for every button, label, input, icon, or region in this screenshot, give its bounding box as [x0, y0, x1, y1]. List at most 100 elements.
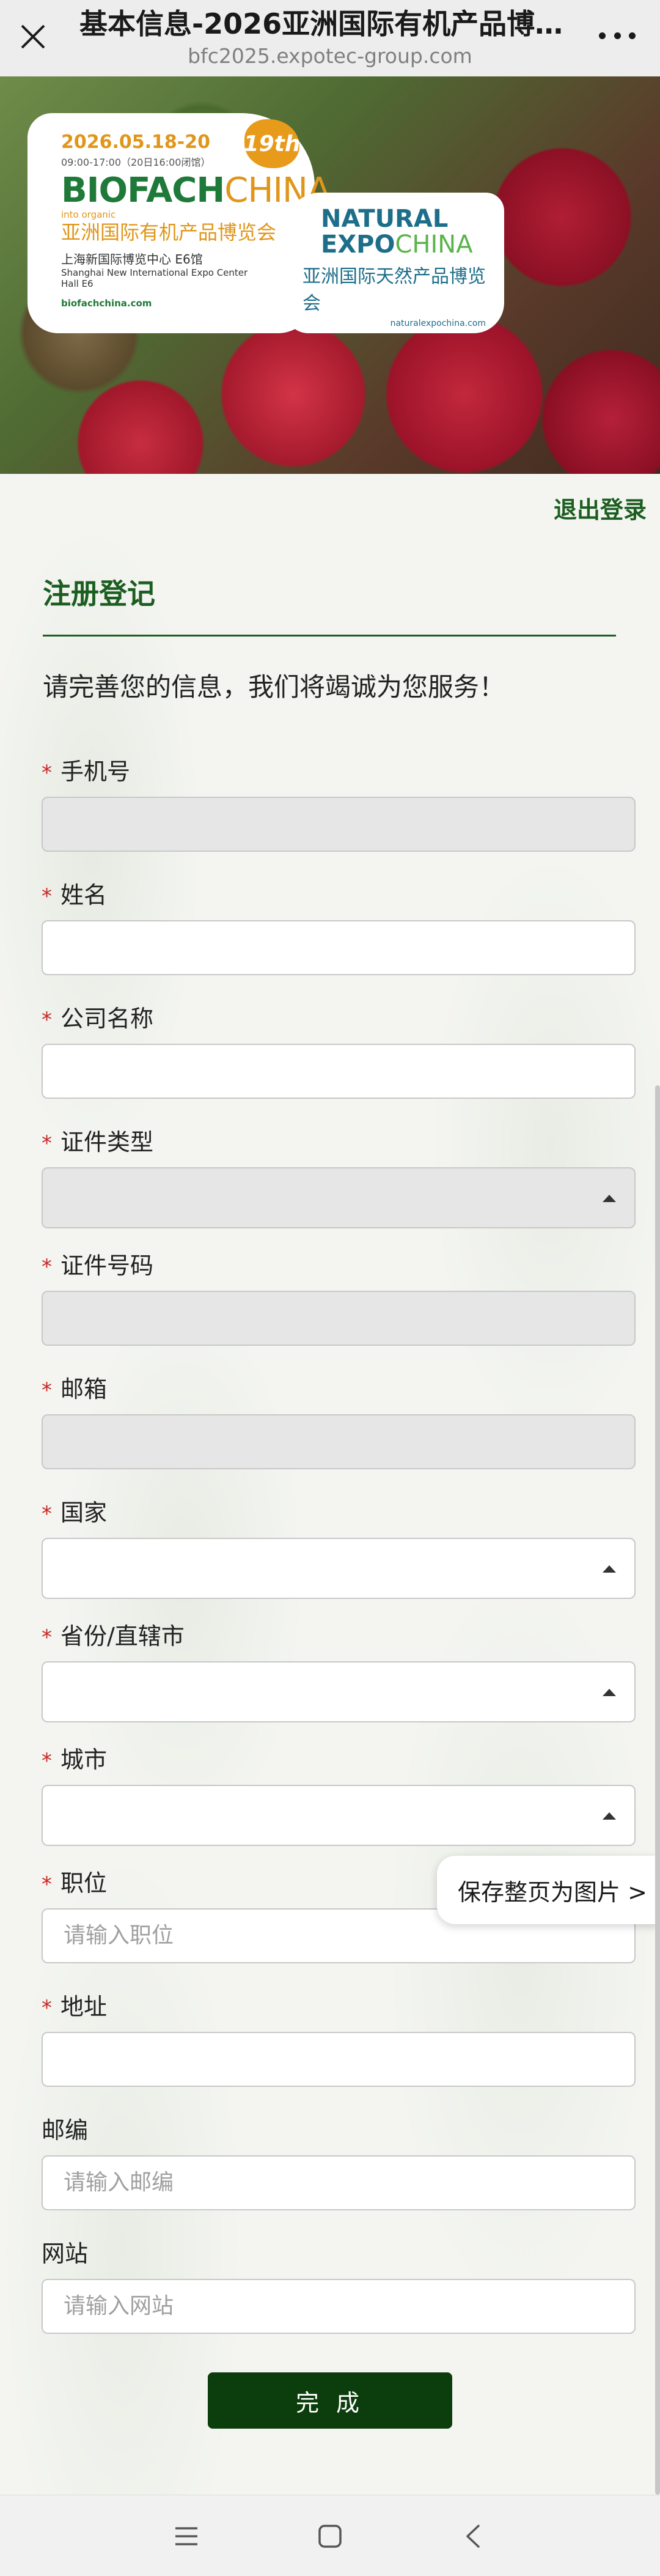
id-type-select[interactable] [42, 1167, 636, 1228]
province-select[interactable] [42, 1661, 636, 1722]
company-field-group: * 公司名称 [42, 1002, 636, 1099]
page-title-block: 基本信息-2026亚洲国际有机产品博览会 bfc2025.expotec-gro… [79, 5, 581, 70]
required-mark: * [42, 1008, 52, 1032]
save-page-as-image-button[interactable]: 保存整页为图片 > [437, 1856, 660, 1924]
province-field-group: * 省份/直辖市 [42, 1620, 636, 1722]
company-label: * 公司名称 [42, 1002, 636, 1035]
address-label-text: 地址 [61, 1993, 108, 2020]
address-field-group: * 地址 [42, 1990, 636, 2087]
website-input[interactable]: 请输入网站 [42, 2279, 636, 2334]
biofach-website: biofachchina.com [61, 298, 152, 309]
required-mark: * [42, 1502, 52, 1526]
menu-lines-icon [175, 2527, 197, 2545]
caret-up-icon [603, 1689, 616, 1696]
caret-up-icon [603, 1812, 616, 1820]
submit-button[interactable]: 完 成 [208, 2372, 452, 2429]
caret-up-icon [603, 1195, 616, 1202]
country-select[interactable] [42, 1538, 636, 1599]
venue-en-line1: Shanghai New International Expo Center [61, 267, 248, 278]
required-mark: * [42, 1255, 52, 1279]
email-input[interactable] [42, 1414, 636, 1469]
natural-brand-accent: CHINA [395, 231, 473, 259]
website-field-group: 网站 请输入网站 [42, 2237, 636, 2334]
brand-tagline: into organic [61, 209, 116, 220]
website-label: 网站 [42, 2240, 89, 2267]
country-field-group: * 国家 [42, 1496, 636, 1599]
more-options-button[interactable] [599, 23, 636, 48]
email-label-text: 邮箱 [61, 1376, 108, 1403]
company-input[interactable] [42, 1044, 636, 1099]
name-label-text: 姓名 [61, 882, 108, 909]
postcode-field-group: 邮编 请输入邮编 [42, 2114, 636, 2210]
home-square-icon [318, 2525, 342, 2548]
id-number-input[interactable] [42, 1291, 636, 1346]
postcode-input[interactable]: 请输入邮编 [42, 2155, 636, 2210]
title-divider [43, 635, 616, 637]
required-mark: * [42, 1872, 52, 1897]
scrollbar[interactable] [655, 1085, 660, 2495]
page-title: 基本信息-2026亚洲国际有机产品博览会 [79, 7, 581, 40]
id-number-label-text: 证件号码 [61, 1252, 154, 1279]
id-number-field-group: * 证件号码 [42, 1249, 636, 1346]
id-number-label: * 证件号码 [42, 1249, 636, 1282]
required-mark: * [42, 1996, 52, 2020]
required-mark: * [42, 761, 52, 785]
browser-top-bar: 基本信息-2026亚洲国际有机产品博览会 bfc2025.expotec-gro… [0, 0, 660, 76]
natural-brand-main: EXPO [321, 231, 395, 259]
system-nav-bar [0, 2495, 660, 2576]
biofach-brand: BIOFACHCHINA [61, 171, 331, 210]
city-field-group: * 城市 [42, 1743, 636, 1846]
city-label: * 城市 [42, 1743, 636, 1776]
mobile-input[interactable] [42, 797, 636, 852]
logout-link[interactable]: 退出登录 [554, 491, 647, 525]
intro-text: 请完善您的信息，我们将竭诚为您服务！ [43, 672, 505, 702]
brand-main: BIOFACH [61, 171, 225, 210]
id-type-label-text: 证件类型 [61, 1129, 154, 1156]
name-field-group: * 姓名 [42, 879, 636, 975]
close-icon [21, 24, 45, 49]
more-dot-icon [599, 32, 606, 39]
back-button[interactable] [449, 2514, 498, 2559]
country-label: * 国家 [42, 1496, 636, 1529]
venue-en-line2: Hall E6 [61, 278, 94, 289]
mobile-field-group: * 手机号 [42, 755, 636, 852]
section-title: 注册登记 [43, 577, 155, 610]
natural-brand-line2: EXPOCHINA [302, 232, 492, 257]
mobile-label: * 手机号 [42, 755, 636, 788]
natural-brand-line1: NATURAL [321, 205, 449, 233]
name-input[interactable] [42, 920, 636, 975]
caret-up-icon [603, 1565, 616, 1573]
postcode-label: 邮编 [42, 2117, 89, 2144]
natural-expo-logo-card: NATURAL EXPOCHINA 亚洲国际天然产品博览会 naturalexp… [284, 193, 504, 333]
event-banner: 2026.05.18-20 09:00-17:00（20日16:00闭馆） BI… [0, 76, 660, 474]
more-dot-icon [614, 32, 621, 39]
venue-cn: 上海新国际博览中心 E6馆 [61, 252, 203, 267]
home-button[interactable] [306, 2514, 354, 2559]
required-mark: * [42, 884, 52, 909]
name-label: * 姓名 [42, 879, 636, 912]
required-mark: * [42, 1131, 52, 1156]
email-label: * 邮箱 [42, 1373, 636, 1406]
natural-website: naturalexpochina.com [390, 319, 486, 328]
required-mark: * [42, 1378, 52, 1403]
id-type-label: * 证件类型 [42, 1126, 636, 1159]
address-label: * 地址 [42, 1990, 636, 2023]
back-arrow-icon [466, 2525, 480, 2548]
recent-apps-button[interactable] [162, 2514, 211, 2559]
close-button[interactable] [15, 18, 51, 55]
natural-cn-name: 亚洲国际天然产品博览会 [302, 266, 486, 314]
city-select[interactable] [42, 1785, 636, 1846]
city-label-text: 城市 [61, 1746, 108, 1773]
biofach-cn-name: 亚洲国际有机产品博览会 [61, 221, 277, 244]
edition-badge: 19th [244, 119, 300, 168]
page-url: bfc2025.expotec-group.com [188, 44, 472, 68]
email-field-group: * 邮箱 [42, 1373, 636, 1469]
position-label-text: 职位 [61, 1870, 108, 1897]
mobile-label-text: 手机号 [61, 758, 131, 785]
id-type-field-group: * 证件类型 [42, 1126, 636, 1228]
province-label-text: 省份/直辖市 [61, 1623, 185, 1650]
registration-page: 退出登录 注册登记 请完善您的信息，我们将竭诚为您服务！ * 手机号 * 姓名 * 公… [0, 474, 660, 2495]
address-input[interactable] [42, 2032, 636, 2087]
required-mark: * [42, 1625, 52, 1650]
more-dot-icon [629, 32, 636, 39]
